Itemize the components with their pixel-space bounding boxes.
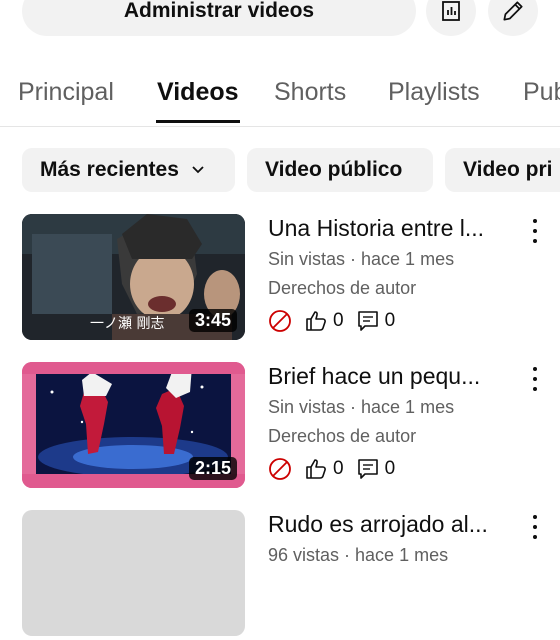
likes-stat: 0: [304, 309, 344, 333]
chevron-down-icon: [192, 166, 204, 174]
copyright-status[interactable]: Derechos de autor: [268, 425, 528, 447]
thumbs-up-icon: [306, 311, 326, 331]
filter-chips: Más recientes Video público Video pri: [0, 148, 560, 192]
video-stats: 0 0: [268, 456, 528, 482]
analytics-button[interactable]: [426, 0, 476, 36]
video-item[interactable]: 2:15 Brief hace un pequ... Sin vistas · …: [0, 362, 560, 492]
video-title[interactable]: Brief hace un pequ...: [268, 362, 528, 390]
private-video-chip-label: Video pri: [463, 158, 553, 181]
comments-count: 0: [384, 458, 396, 479]
manage-videos-label: Administrar videos: [123, 0, 315, 22]
thumbs-up-icon: [306, 459, 326, 479]
video-meta: 96 vistas · hace 1 mes: [268, 545, 449, 565]
comment-icon: [357, 459, 378, 479]
video-meta: Sin vistas · hace 1 mes: [268, 249, 455, 269]
likes-count: 0: [333, 458, 344, 479]
tabs-divider: [0, 126, 560, 127]
likes-stat: 0: [304, 457, 344, 481]
sort-chip-label: Más recientes: [40, 158, 179, 181]
video-more-menu-icon[interactable]: [527, 514, 543, 540]
channel-tabs: Principal Videos Shorts Playlists Pub: [0, 70, 560, 126]
svg-text:一ノ瀬 剛志: 一ノ瀬 剛志: [90, 316, 164, 332]
tab-videos[interactable]: Videos: [157, 78, 239, 107]
public-video-chip[interactable]: Video público: [247, 148, 433, 192]
video-thumbnail[interactable]: 一ノ瀬 剛志 3:45: [22, 214, 245, 340]
video-item[interactable]: 一ノ瀬 剛志 3:45 Una Historia entre l... Sin …: [0, 214, 560, 344]
tab-principal[interactable]: Principal: [18, 78, 114, 107]
private-video-chip[interactable]: Video pri: [445, 148, 560, 192]
restricted-icon: [269, 310, 291, 332]
comments-stat: 0: [356, 457, 396, 481]
restricted-icon: [269, 458, 291, 480]
active-tab-indicator: [156, 120, 240, 123]
video-stats: 0 0: [268, 308, 528, 334]
comment-icon: [357, 311, 378, 331]
tab-playlists[interactable]: Playlists: [388, 78, 480, 107]
video-thumbnail[interactable]: [22, 510, 245, 636]
video-item[interactable]: Rudo es arrojado al... 96 vistas · hace …: [0, 510, 560, 640]
video-duration: 3:45: [188, 309, 237, 332]
video-more-menu-icon[interactable]: [527, 366, 543, 392]
video-info: Rudo es arrojado al... 96 vistas · hace …: [268, 510, 528, 566]
manage-videos-button[interactable]: Administrar videos: [22, 0, 416, 36]
tab-shorts[interactable]: Shorts: [274, 78, 346, 107]
sort-chip[interactable]: Más recientes: [22, 148, 235, 192]
video-duration: 2:15: [188, 457, 237, 480]
video-thumbnail[interactable]: 2:15: [22, 362, 245, 488]
pencil-icon: [503, 1, 523, 21]
video-more-menu-icon[interactable]: [527, 218, 543, 244]
comments-stat: 0: [356, 309, 396, 333]
public-video-chip-label: Video público: [265, 158, 403, 181]
video-meta: Sin vistas · hace 1 mes: [268, 397, 455, 417]
copyright-status[interactable]: Derechos de autor: [268, 277, 528, 299]
video-title[interactable]: Una Historia entre l...: [268, 214, 528, 242]
video-info: Una Historia entre l... Sin vistas · hac…: [268, 214, 528, 334]
tab-publicaciones[interactable]: Pub: [523, 78, 560, 107]
restriction-indicator[interactable]: [268, 457, 292, 481]
video-title[interactable]: Rudo es arrojado al...: [268, 510, 528, 538]
comments-count: 0: [384, 310, 396, 331]
video-info: Brief hace un pequ... Sin vistas · hace …: [268, 362, 528, 482]
analytics-icon: [442, 1, 460, 21]
restriction-indicator[interactable]: [268, 309, 292, 333]
likes-count: 0: [333, 310, 344, 331]
top-actions-row: Administrar videos: [0, 0, 560, 38]
edit-channel-button[interactable]: [488, 0, 538, 36]
